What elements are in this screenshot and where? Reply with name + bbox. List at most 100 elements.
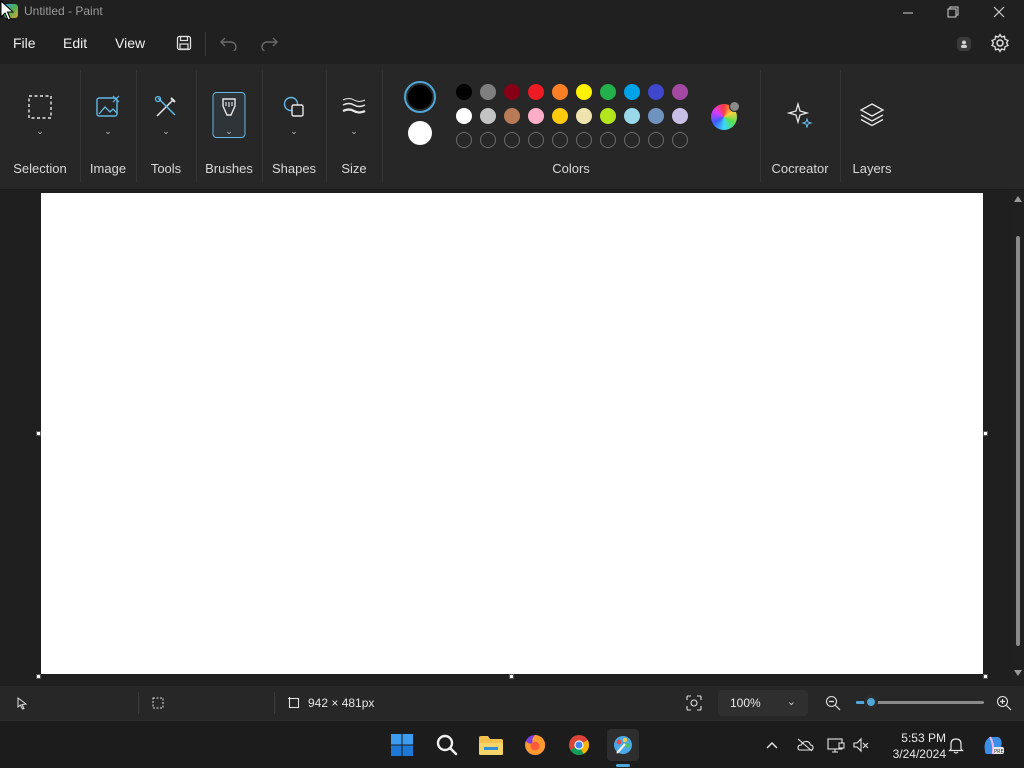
- brushes-label: Brushes: [205, 161, 253, 176]
- color-swatch[interactable]: [456, 108, 472, 124]
- color-swatch[interactable]: [576, 108, 592, 124]
- scroll-up-icon[interactable]: [1014, 196, 1022, 202]
- scroll-down-icon[interactable]: [1014, 670, 1022, 676]
- settings-button[interactable]: [988, 31, 1012, 55]
- custom-color-slot[interactable]: [624, 132, 640, 148]
- size-icon: [339, 92, 369, 122]
- vertical-scrollbar[interactable]: [1012, 190, 1024, 686]
- restore-button[interactable]: [930, 0, 976, 24]
- volume-tray-button[interactable]: [851, 735, 871, 755]
- resize-handle-bottom-left[interactable]: [36, 674, 41, 679]
- colors-group: Colors: [382, 64, 760, 190]
- network-tray-button[interactable]: [826, 735, 846, 755]
- selection-size-icon: [146, 691, 170, 715]
- drawing-canvas[interactable]: [41, 193, 983, 674]
- color-swatch[interactable]: [552, 108, 568, 124]
- color-swatch[interactable]: [648, 84, 664, 100]
- color-swatch[interactable]: [624, 108, 640, 124]
- chevron-down-icon[interactable]: ⌄: [350, 126, 358, 137]
- undo-icon: [220, 37, 237, 51]
- onedrive-offline-icon: [797, 738, 814, 752]
- menu-view[interactable]: View: [115, 35, 145, 51]
- chevron-down-icon[interactable]: ⌄: [290, 126, 298, 137]
- custom-color-slot[interactable]: [552, 132, 568, 148]
- custom-color-slot[interactable]: [600, 132, 616, 148]
- custom-color-slot[interactable]: [504, 132, 520, 148]
- color-swatch[interactable]: [504, 108, 520, 124]
- taskbar: 5:53 PM 3/24/2024 PRE: [0, 720, 1024, 768]
- color-swatch[interactable]: [600, 108, 616, 124]
- image-group[interactable]: ⌄ Image: [80, 64, 136, 190]
- color-swatch[interactable]: [456, 84, 472, 100]
- windows-start-button[interactable]: [386, 729, 418, 761]
- account-button[interactable]: [952, 32, 976, 56]
- onedrive-tray-button[interactable]: [795, 735, 815, 755]
- color-swatch[interactable]: [648, 108, 664, 124]
- redo-button[interactable]: [257, 31, 281, 55]
- paint-taskbar-button[interactable]: [607, 729, 639, 761]
- menu-divider: [205, 32, 206, 56]
- color-swatch[interactable]: [624, 84, 640, 100]
- custom-color-slot[interactable]: [480, 132, 496, 148]
- notifications-button[interactable]: [946, 735, 966, 755]
- resize-handle-bottom[interactable]: [509, 674, 514, 679]
- color-swatch[interactable]: [480, 84, 496, 100]
- custom-color-slot[interactable]: [576, 132, 592, 148]
- custom-color-slot[interactable]: [648, 132, 664, 148]
- color-swatch[interactable]: [552, 84, 568, 100]
- custom-color-slot[interactable]: [528, 132, 544, 148]
- resize-handle-right[interactable]: [983, 431, 988, 436]
- color-swatch[interactable]: [504, 84, 520, 100]
- color-swatch[interactable]: [672, 108, 688, 124]
- plus-icon: [729, 101, 740, 112]
- chevron-down-icon[interactable]: ⌄: [225, 126, 233, 137]
- undo-button[interactable]: [217, 31, 241, 55]
- resize-handle-left[interactable]: [36, 431, 41, 436]
- zoom-slider-thumb[interactable]: [864, 695, 878, 709]
- sparkle-icon: [785, 100, 815, 130]
- color-swatch[interactable]: [600, 84, 616, 100]
- color-swatch[interactable]: [528, 84, 544, 100]
- zoom-dropdown[interactable]: 100% ⌄: [718, 690, 808, 716]
- chevron-down-icon: ⌄: [786, 696, 796, 708]
- show-hidden-icons-button[interactable]: [762, 735, 782, 755]
- color-swatch[interactable]: [672, 84, 688, 100]
- menu-edit[interactable]: Edit: [63, 35, 87, 51]
- layers-group[interactable]: Layers: [840, 64, 904, 190]
- minimize-button[interactable]: [885, 0, 931, 24]
- custom-color-slot[interactable]: [456, 132, 472, 148]
- save-button[interactable]: [172, 31, 196, 55]
- selection-group[interactable]: ⌄ Selection: [0, 64, 80, 190]
- custom-color-slot[interactable]: [672, 132, 688, 148]
- color-swatch[interactable]: [528, 108, 544, 124]
- zoom-out-button[interactable]: [821, 691, 845, 715]
- resize-handle-bottom-right[interactable]: [983, 674, 988, 679]
- file-explorer-button[interactable]: [475, 729, 507, 761]
- secondary-color-swatch[interactable]: [408, 121, 432, 145]
- color-swatch[interactable]: [480, 108, 496, 124]
- color-swatch[interactable]: [576, 84, 592, 100]
- tools-group[interactable]: ⌄ Tools: [136, 64, 196, 190]
- edit-colors-button[interactable]: [711, 101, 740, 130]
- chevron-down-icon[interactable]: ⌄: [104, 126, 112, 137]
- fit-to-window-button[interactable]: [682, 691, 706, 715]
- cocreator-group[interactable]: Cocreator: [760, 64, 840, 190]
- brushes-group[interactable]: ⌄ Brushes: [196, 64, 262, 190]
- status-bar: 942 × 481px 100% ⌄: [0, 686, 1024, 720]
- taskbar-clock[interactable]: 5:53 PM 3/24/2024: [880, 730, 946, 762]
- copilot-button[interactable]: PRE: [980, 732, 1006, 758]
- search-button[interactable]: [431, 729, 463, 761]
- layers-label: Layers: [852, 161, 892, 176]
- size-group[interactable]: ⌄ Size: [326, 64, 382, 190]
- zoom-out-icon: [825, 695, 841, 711]
- scroll-thumb[interactable]: [1016, 236, 1020, 646]
- firefox-button[interactable]: [519, 729, 551, 761]
- primary-color-swatch[interactable]: [404, 81, 436, 113]
- menu-file[interactable]: File: [13, 35, 36, 51]
- chrome-button[interactable]: [563, 729, 595, 761]
- chevron-down-icon[interactable]: ⌄: [36, 126, 44, 137]
- close-button[interactable]: [976, 0, 1022, 24]
- zoom-in-button[interactable]: [992, 691, 1016, 715]
- shapes-group[interactable]: ⌄ Shapes: [262, 64, 326, 190]
- chevron-down-icon[interactable]: ⌄: [162, 126, 170, 137]
